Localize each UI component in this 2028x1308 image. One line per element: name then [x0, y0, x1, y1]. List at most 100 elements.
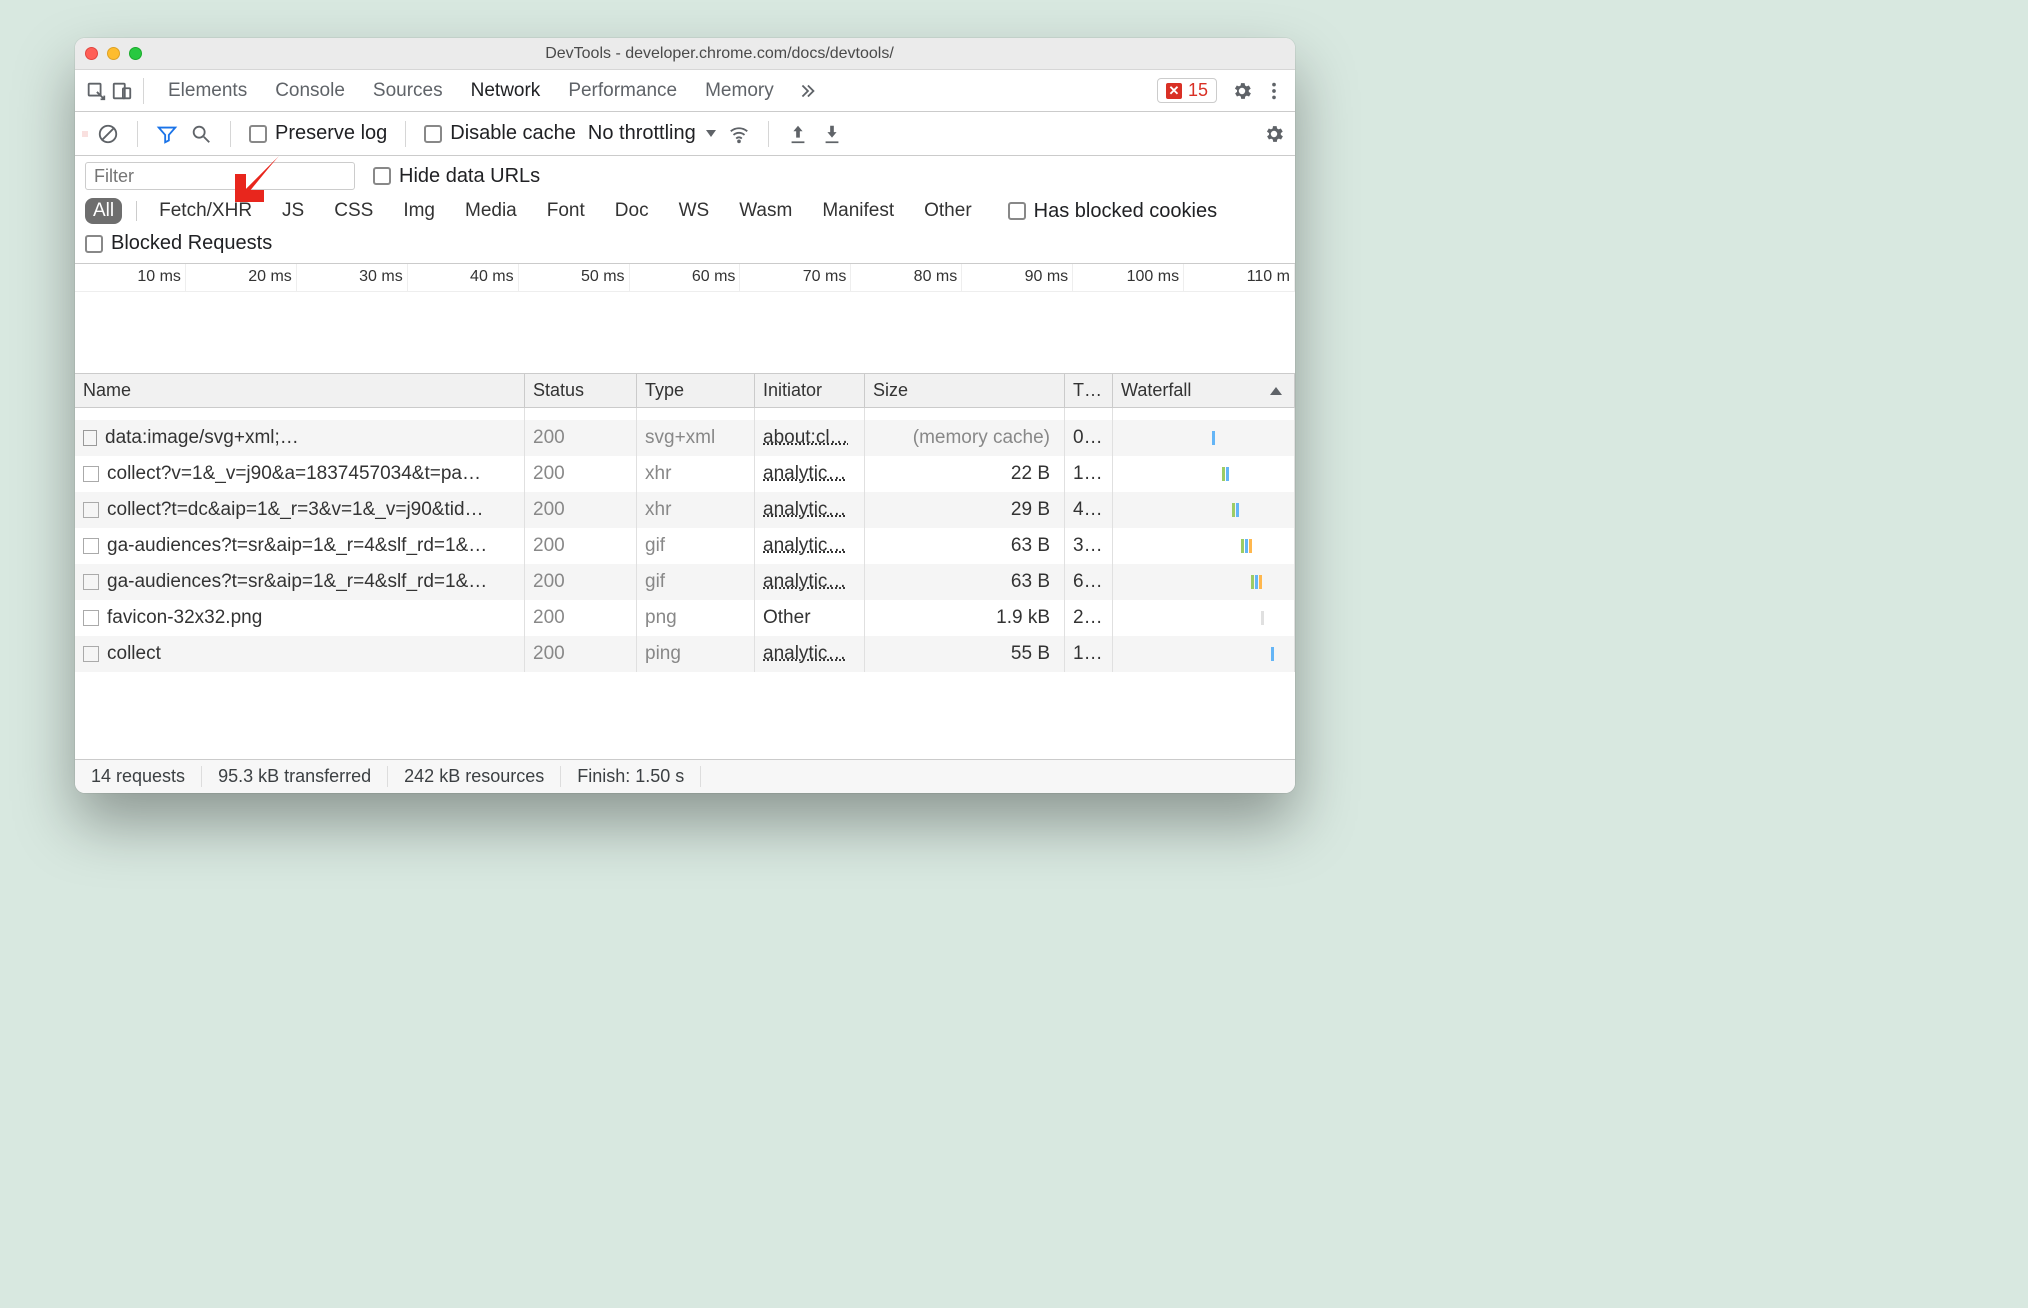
table-row[interactable]: favicon-32x32.png200pngOther1.9 kB2… — [75, 600, 1295, 636]
tab-elements[interactable]: Elements — [154, 74, 261, 108]
request-name: collect?v=1&_v=j90&a=1837457034&t=pa… — [107, 463, 481, 485]
network-settings-gear-icon[interactable] — [1263, 123, 1285, 145]
table-body[interactable]: data:image/svg+xml;…200svg+xmlabout:cl…(… — [75, 408, 1295, 759]
tab-network[interactable]: Network — [457, 74, 555, 108]
request-size: 1.9 kB — [865, 600, 1065, 636]
settings-gear-icon[interactable] — [1231, 80, 1253, 102]
request-initiator[interactable]: about:cl… — [755, 420, 865, 456]
request-initiator[interactable]: analytic… — [755, 636, 865, 672]
tab-performance[interactable]: Performance — [554, 74, 691, 108]
download-har-icon[interactable] — [821, 123, 843, 145]
filter-type-font[interactable]: Font — [539, 198, 593, 224]
col-type-header[interactable]: Type — [637, 374, 755, 407]
request-waterfall — [1113, 636, 1295, 672]
col-status-header[interactable]: Status — [525, 374, 637, 407]
divider — [768, 121, 769, 147]
device-toggle-icon[interactable] — [111, 80, 133, 102]
more-tabs-icon[interactable] — [796, 80, 818, 102]
status-bar: 14 requests 95.3 kB transferred 242 kB r… — [75, 759, 1295, 793]
request-type: svg+xml — [637, 420, 755, 456]
filter-type-wasm[interactable]: Wasm — [731, 198, 800, 224]
col-time-header[interactable]: T… — [1065, 374, 1113, 407]
col-waterfall-header[interactable]: Waterfall — [1113, 374, 1295, 407]
divider — [137, 121, 138, 147]
request-waterfall — [1113, 492, 1295, 528]
kebab-menu-icon[interactable] — [1263, 80, 1285, 102]
disable-cache-label: Disable cache — [450, 122, 576, 145]
request-size: 63 B — [865, 564, 1065, 600]
hide-data-urls-checkbox[interactable]: Hide data URLs — [373, 165, 540, 188]
filter-type-all[interactable]: All — [85, 198, 122, 224]
table-row[interactable]: collect?v=1&_v=j90&a=1837457034&t=pa…200… — [75, 456, 1295, 492]
table-row[interactable]: data:image/svg+xml;…200svg+xmlabout:cl…(… — [75, 420, 1295, 456]
request-time: 6… — [1065, 564, 1113, 600]
col-initiator-header[interactable]: Initiator — [755, 374, 865, 407]
request-type: gif — [637, 564, 755, 600]
window-title: DevTools - developer.chrome.com/docs/dev… — [154, 45, 1285, 63]
timeline-tick: 100 ms — [1073, 264, 1184, 291]
tab-console[interactable]: Console — [261, 74, 359, 108]
request-time: 3… — [1065, 528, 1113, 564]
preserve-log-checkbox[interactable]: Preserve log — [249, 122, 387, 145]
request-size: 63 B — [865, 528, 1065, 564]
file-icon — [83, 430, 97, 446]
network-conditions-icon[interactable] — [728, 123, 750, 145]
timeline-tick: 30 ms — [297, 264, 408, 291]
upload-har-icon[interactable] — [787, 123, 809, 145]
tab-sources[interactable]: Sources — [359, 74, 457, 108]
throttling-select[interactable]: No throttling — [588, 122, 716, 145]
table-row[interactable]: collect?t=dc&aip=1&_r=3&v=1&_v=j90&tid… 2… — [75, 492, 1295, 528]
panel-tabs: ElementsConsoleSourcesNetworkPerformance… — [75, 70, 1295, 112]
filter-type-img[interactable]: Img — [395, 198, 443, 224]
col-name-header[interactable]: Name — [75, 374, 525, 407]
filter-type-css[interactable]: CSS — [326, 198, 381, 224]
filter-input[interactable] — [85, 162, 355, 190]
request-initiator[interactable]: analytic… — [755, 456, 865, 492]
col-size-header[interactable]: Size — [865, 374, 1065, 407]
timeline-tick: 110 m — [1184, 264, 1295, 291]
request-table: Name Status Type Initiator Size T… Water… — [75, 374, 1295, 759]
request-status: 200 — [525, 420, 637, 456]
table-row[interactable]: ga-audiences?t=sr&aip=1&_r=4&slf_rd=1&…2… — [75, 564, 1295, 600]
request-initiator[interactable]: analytic… — [755, 528, 865, 564]
timeline-tick: 90 ms — [962, 264, 1073, 291]
request-initiator[interactable]: analytic… — [755, 564, 865, 600]
request-status: 200 — [525, 564, 637, 600]
filter-type-media[interactable]: Media — [457, 198, 525, 224]
filter-type-manifest[interactable]: Manifest — [814, 198, 902, 224]
timeline-tick: 50 ms — [519, 264, 630, 291]
table-row[interactable]: ga-audiences?t=sr&aip=1&_r=4&slf_rd=1&…2… — [75, 528, 1295, 564]
minimize-window-button[interactable] — [107, 47, 120, 60]
clear-icon[interactable] — [97, 123, 119, 145]
annotation-arrow-icon — [231, 154, 281, 204]
filter-icon[interactable] — [156, 123, 178, 145]
request-initiator[interactable]: analytic… — [755, 492, 865, 528]
file-icon — [83, 502, 99, 518]
request-size: 29 B — [865, 492, 1065, 528]
has-blocked-cookies-checkbox[interactable]: Has blocked cookies — [1008, 200, 1217, 223]
request-initiator: Other — [755, 600, 865, 636]
request-time: 2… — [1065, 600, 1113, 636]
close-window-button[interactable] — [85, 47, 98, 60]
search-icon[interactable] — [190, 123, 212, 145]
table-row[interactable] — [75, 408, 1295, 420]
filter-type-other[interactable]: Other — [916, 198, 980, 224]
blocked-requests-checkbox[interactable]: Blocked Requests — [85, 232, 272, 255]
tab-memory[interactable]: Memory — [691, 74, 788, 108]
disable-cache-checkbox[interactable]: Disable cache — [424, 122, 576, 145]
divider — [136, 201, 137, 221]
zoom-window-button[interactable] — [129, 47, 142, 60]
error-badge[interactable]: ✕ 15 — [1157, 78, 1217, 103]
file-icon — [83, 466, 99, 482]
filter-type-doc[interactable]: Doc — [607, 198, 657, 224]
request-name: collect?t=dc&aip=1&_r=3&v=1&_v=j90&tid… — [107, 499, 484, 521]
filter-type-ws[interactable]: WS — [671, 198, 718, 224]
request-status: 200 — [525, 528, 637, 564]
inspect-icon[interactable] — [85, 80, 107, 102]
request-time: 1… — [1065, 636, 1113, 672]
timeline-tick: 40 ms — [408, 264, 519, 291]
table-row[interactable]: collect200pinganalytic…55 B1… — [75, 636, 1295, 672]
timeline-overview[interactable]: 10 ms20 ms30 ms40 ms50 ms60 ms70 ms80 ms… — [75, 264, 1295, 374]
request-size: (memory cache) — [865, 420, 1065, 456]
error-count: 15 — [1188, 80, 1208, 101]
